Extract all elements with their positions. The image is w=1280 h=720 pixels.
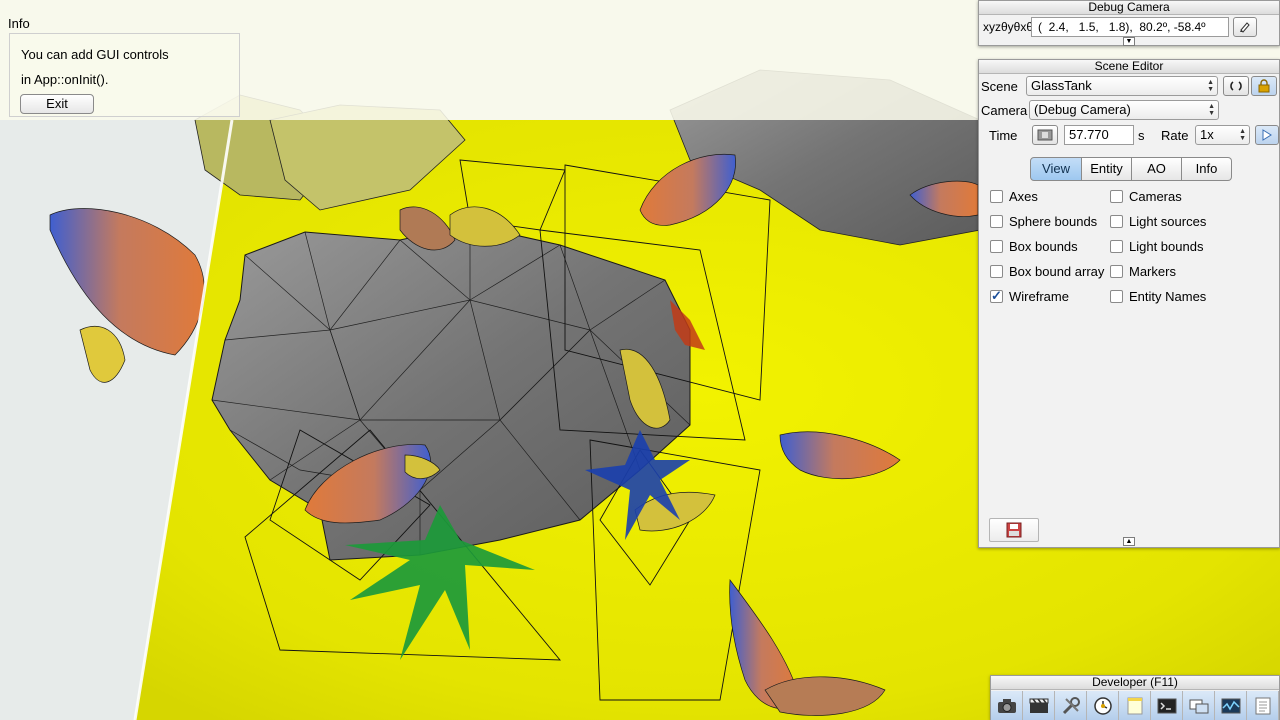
option-entity-names[interactable]: Entity Names — [1110, 289, 1206, 304]
scene-editor-tabs: View Entity AO Info — [1030, 157, 1232, 181]
reload-icon — [1230, 81, 1242, 91]
developer-toolbar — [991, 691, 1279, 720]
box-bound-array-checkbox[interactable] — [990, 265, 1003, 278]
scene-editor-collapse-arrow-icon[interactable]: ▲ — [1123, 537, 1135, 546]
scene-windows-button[interactable] — [1183, 691, 1215, 720]
lock-icon — [1258, 79, 1270, 93]
cameras-checkbox[interactable] — [1110, 190, 1123, 203]
rate-dropdown[interactable]: 1x ▲ ▼ — [1195, 125, 1250, 145]
play-button[interactable] — [1255, 125, 1279, 145]
notes-button[interactable] — [1119, 691, 1151, 720]
light-bounds-checkbox[interactable] — [1110, 240, 1123, 253]
scene-editor-window: Scene Editor Scene GlassTank ▲ ▼ Camera (… — [978, 59, 1280, 548]
option-light-sources[interactable]: Light sources — [1110, 214, 1206, 229]
lock-scene-button[interactable] — [1251, 76, 1277, 96]
camera-coordinates-field[interactable]: ( 2.4, 1.5, 1.8), 80.2º, -58.4º — [1031, 17, 1229, 37]
option-label: Entity Names — [1129, 289, 1207, 304]
profiler-button[interactable] — [1087, 691, 1119, 720]
copy-icon — [1240, 22, 1250, 33]
document-icon — [1255, 697, 1270, 715]
option-axes[interactable]: Axes — [990, 189, 1038, 204]
video-record-button[interactable] — [1023, 691, 1055, 720]
rate-dropdown-value: 1x — [1200, 127, 1214, 142]
screenshot-button[interactable] — [991, 691, 1023, 720]
time-field[interactable]: 57.770 — [1064, 125, 1134, 145]
option-label: Box bounds — [1009, 239, 1078, 254]
play-icon — [1262, 129, 1272, 141]
note-icon — [1127, 697, 1142, 715]
option-sphere-bounds[interactable]: Sphere bounds — [990, 214, 1097, 229]
camera-dropdown-value: (Debug Camera) — [1034, 102, 1131, 117]
graph-icon — [1221, 698, 1240, 714]
option-cameras[interactable]: Cameras — [1110, 189, 1182, 204]
option-box-bound-array[interactable]: Box bound array — [990, 264, 1104, 279]
axes-checkbox[interactable] — [990, 190, 1003, 203]
option-label: Box bound array — [1009, 264, 1105, 279]
camera-expand-arrow-icon[interactable]: ▼ — [1123, 37, 1135, 46]
info-text-line1: You can add GUI controls — [21, 47, 169, 62]
developer-window: Developer (F11) — [990, 675, 1280, 720]
option-label: Light sources — [1129, 214, 1207, 229]
option-label: Cameras — [1129, 189, 1182, 204]
dropdown-arrows-icon: ▲ ▼ — [1239, 128, 1246, 142]
scene-editor-title[interactable]: Scene Editor — [979, 60, 1279, 74]
log-button[interactable] — [1247, 691, 1279, 720]
time-reset-button[interactable] — [1032, 125, 1058, 145]
sphere-bounds-checkbox[interactable] — [990, 215, 1003, 228]
option-label: Axes — [1009, 189, 1038, 204]
option-label: Light bounds — [1129, 239, 1204, 254]
scene-dropdown[interactable]: GlassTank ▲ ▼ — [1026, 76, 1218, 96]
console-icon — [1157, 698, 1176, 714]
time-unit: s — [1138, 128, 1145, 143]
clapperboard-icon — [1029, 698, 1048, 713]
film-icon — [1037, 129, 1053, 141]
markers-checkbox[interactable] — [1110, 265, 1123, 278]
debug-camera-window: Debug Camera xyzθyθxθz ( 2.4, 1.5, 1.8),… — [978, 0, 1280, 46]
copy-camera-button[interactable] — [1233, 17, 1257, 37]
wireframe-checkbox[interactable] — [990, 288, 1003, 304]
option-label: Wireframe — [1009, 289, 1069, 304]
rate-label: Rate — [1161, 128, 1189, 143]
dropdown-arrows-icon: ▲ ▼ — [1208, 103, 1215, 117]
scene-dropdown-value: GlassTank — [1031, 78, 1092, 93]
scene-label: Scene — [981, 79, 1018, 94]
box-bounds-checkbox[interactable] — [990, 240, 1003, 253]
exit-button[interactable]: Exit — [20, 94, 94, 114]
option-box-bounds[interactable]: Box bounds — [990, 239, 1078, 254]
console-button[interactable] — [1151, 691, 1183, 720]
light-sources-checkbox[interactable] — [1110, 215, 1123, 228]
option-label: Sphere bounds — [1009, 214, 1098, 229]
camera-label: Camera — [981, 103, 1028, 118]
time-label: Time — [989, 128, 1018, 143]
tab-info[interactable]: Info — [1182, 157, 1232, 181]
window-icon — [1189, 699, 1208, 714]
option-label: Markers — [1129, 264, 1176, 279]
option-wireframe[interactable]: Wireframe — [990, 288, 1069, 304]
dropdown-arrows-icon: ▲ ▼ — [1207, 79, 1214, 93]
option-markers[interactable]: Markers — [1110, 264, 1176, 279]
save-icon — [1006, 522, 1022, 538]
tab-view[interactable]: View — [1030, 157, 1082, 181]
camera-dropdown[interactable]: (Debug Camera) ▲ ▼ — [1029, 100, 1219, 120]
reload-scene-button[interactable] — [1223, 76, 1249, 96]
entity-names-checkbox[interactable] — [1110, 290, 1123, 303]
info-text-line2: in App::onInit(). — [21, 72, 109, 87]
info-window-title: Info — [8, 16, 30, 31]
graph-button[interactable] — [1215, 691, 1247, 720]
tab-entity[interactable]: Entity — [1082, 157, 1132, 181]
debug-camera-title[interactable]: Debug Camera — [979, 1, 1279, 15]
wrench-icon — [1062, 697, 1080, 715]
clock-icon — [1093, 697, 1112, 715]
developer-title[interactable]: Developer (F11) — [991, 676, 1279, 690]
camera-icon — [997, 699, 1016, 713]
save-scene-button[interactable] — [989, 518, 1039, 542]
tools-button[interactable] — [1055, 691, 1087, 720]
option-light-bounds[interactable]: Light bounds — [1110, 239, 1203, 254]
info-panel: You can add GUI controls in App::onInit(… — [9, 33, 240, 117]
tab-ao[interactable]: AO — [1132, 157, 1182, 181]
